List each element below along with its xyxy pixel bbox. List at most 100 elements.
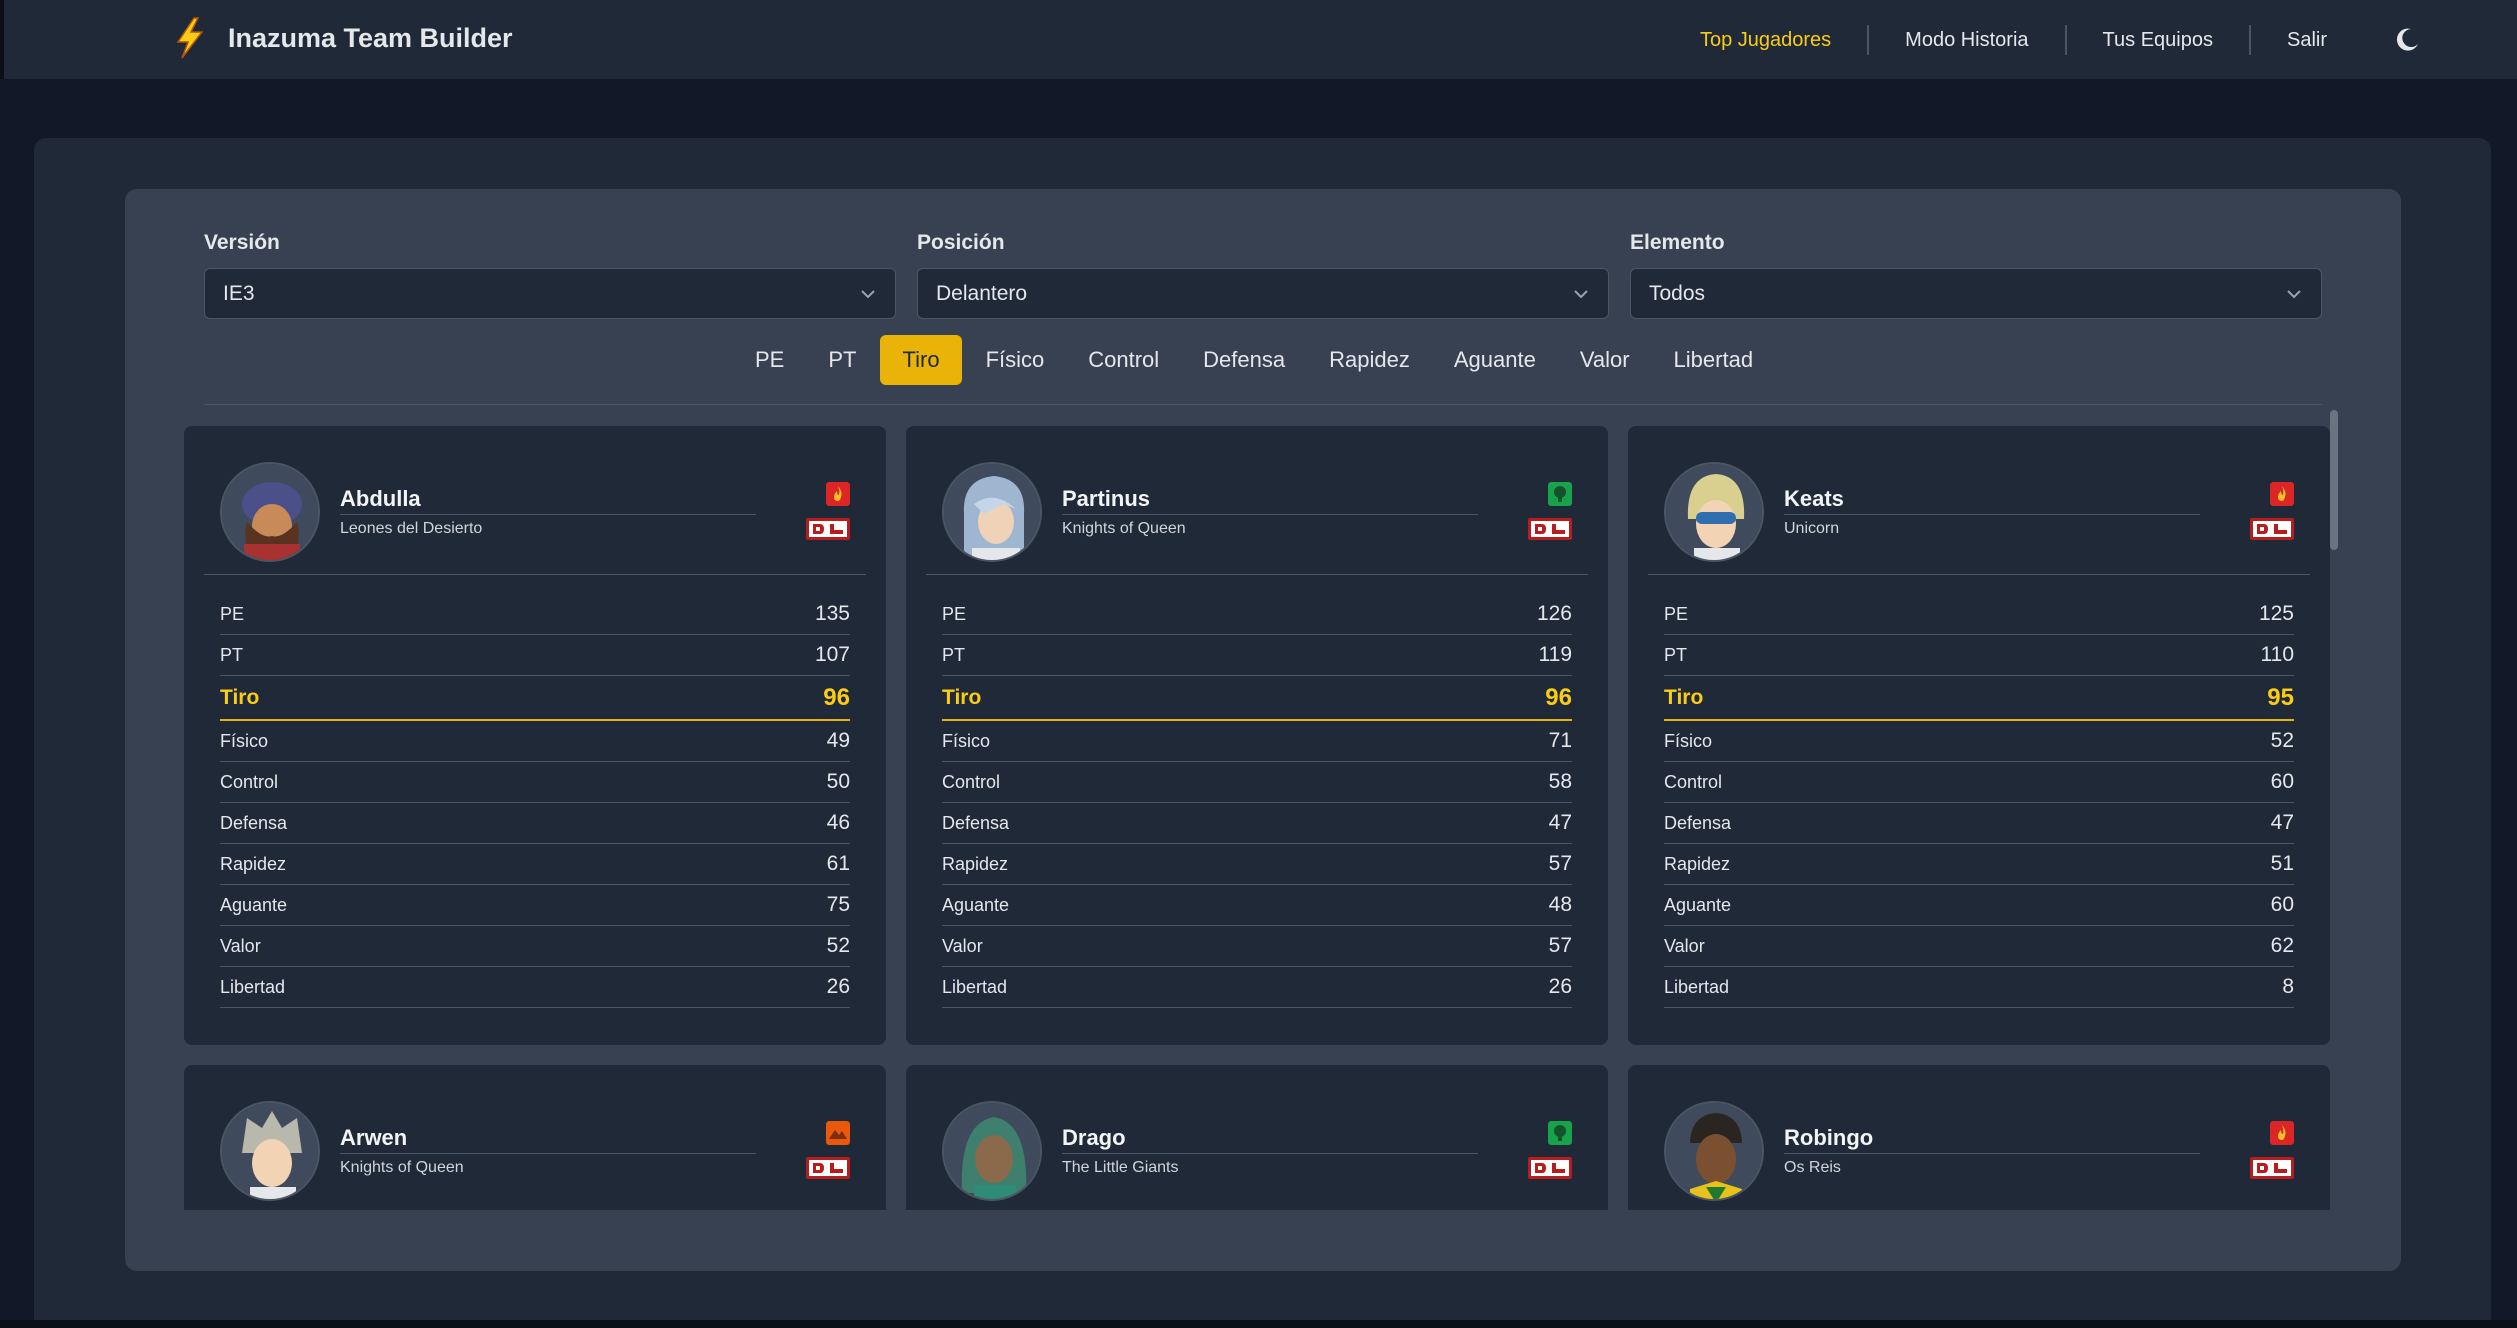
tab-defensa[interactable]: Defensa: [1183, 335, 1305, 385]
stat-label: Físico: [942, 730, 991, 751]
position-filter: Posición Delantero: [917, 230, 1609, 319]
stat-label: Tiro: [220, 685, 260, 709]
stat-value: 71: [1548, 729, 1572, 752]
nav-link-salir[interactable]: Salir: [2251, 25, 2363, 55]
dl-position-badge: [1528, 518, 1572, 540]
stat-label: Control: [942, 771, 1001, 792]
tab-pe[interactable]: PE: [735, 335, 804, 385]
stat-value: 96: [1545, 683, 1572, 711]
position-select[interactable]: Delantero: [917, 268, 1609, 319]
tab-rapidez[interactable]: Rapidez: [1309, 335, 1430, 385]
stat-label: Tiro: [1664, 685, 1704, 709]
player-card[interactable]: Partinus Knights of Queen PE 126 PT 119 Ti…: [906, 426, 1608, 1045]
stat-row-valor: Valor 57: [942, 926, 1572, 967]
grid-scrollbar[interactable]: [2330, 410, 2338, 550]
nav-link-modo-historia[interactable]: Modo Historia: [1869, 24, 2067, 55]
stat-value: 96: [823, 683, 850, 711]
stat-row-fisico: Físico 52: [1664, 721, 2294, 762]
stat-row-tiro: Tiro 96: [220, 676, 850, 721]
stat-value: 49: [826, 729, 850, 752]
stat-label: Rapidez: [1664, 853, 1731, 874]
stat-row-fisico: Físico 49: [220, 721, 850, 762]
stat-label: Control: [1664, 771, 1723, 792]
stat-value: 26: [826, 975, 850, 998]
tab-pt[interactable]: PT: [808, 335, 876, 385]
name-underline: [340, 1153, 756, 1154]
stat-label: PT: [220, 644, 244, 665]
player-card[interactable]: Drago The Little Giants: [906, 1065, 1608, 1210]
stat-row-valor: Valor 62: [1664, 926, 2294, 967]
version-select[interactable]: IE3: [204, 268, 896, 319]
position-label: Posición: [917, 231, 1005, 254]
tab-control[interactable]: Control: [1068, 335, 1179, 385]
version-label: Versión: [204, 231, 280, 254]
dl-position-badge: [1528, 1157, 1572, 1179]
stat-value: 95: [2267, 683, 2294, 711]
tab-fisico[interactable]: Físico: [966, 335, 1065, 385]
position-value: Delantero: [936, 281, 1028, 305]
player-grid: Abdulla Leones del Desierto PE 135 PT 107 …: [184, 426, 2330, 1210]
stat-value: 50: [826, 770, 850, 793]
stat-value: 51: [2270, 852, 2294, 875]
stat-value: 47: [2270, 811, 2294, 834]
player-avatar: [942, 1101, 1042, 1201]
player-card[interactable]: Arwen Knights of Queen: [184, 1065, 886, 1210]
version-filter: Versión IE3: [204, 230, 896, 319]
stat-label: Rapidez: [220, 853, 287, 874]
nav-link-top-jugadores[interactable]: Top Jugadores: [1664, 24, 1870, 55]
stat-row-control: Control 50: [220, 762, 850, 803]
stat-row-libertad: Libertad 26: [220, 967, 850, 1008]
player-avatar: [1664, 462, 1764, 562]
player-team: Unicorn: [1784, 520, 1840, 537]
player-name: Keats: [1784, 486, 1844, 511]
chevron-down-icon: [2287, 289, 2301, 298]
tab-valor[interactable]: Valor: [1560, 335, 1650, 385]
nav-links: Top Jugadores Modo Historia Tus Equipos …: [1664, 0, 2421, 79]
stat-value: 62: [2270, 934, 2294, 957]
stat-value: 58: [1548, 770, 1572, 793]
stat-value: 60: [2270, 893, 2294, 916]
stat-row-aguante: Aguante 75: [220, 885, 850, 926]
player-card[interactable]: Keats Unicorn PE 125 PT 110 Tiro 95 Físico 5…: [1628, 426, 2330, 1045]
name-underline: [1062, 1153, 1478, 1154]
stat-value: 52: [826, 934, 850, 957]
stat-label: Aguante: [1664, 894, 1732, 915]
player-card[interactable]: Robingo Os Reis: [1628, 1065, 2330, 1210]
stat-row-pe: PE 135: [220, 594, 850, 635]
stat-row-aguante: Aguante 60: [1664, 885, 2294, 926]
brand[interactable]: Inazuma Team Builder: [172, 16, 513, 60]
stat-value: 60: [2270, 770, 2294, 793]
stat-row-pe: PE 125: [1664, 594, 2294, 635]
stat-value: 126: [1536, 602, 1572, 625]
filters-row: Versión IE3 Posición Delantero Elemento …: [204, 230, 2322, 319]
dl-position-badge: [806, 518, 850, 540]
tab-aguante[interactable]: Aguante: [1434, 335, 1556, 385]
element-select[interactable]: Todos: [1630, 268, 2322, 319]
player-name: Abdulla: [340, 486, 421, 511]
name-underline: [1784, 1153, 2200, 1154]
stat-label: Defensa: [942, 812, 1010, 833]
element-value: Todos: [1649, 281, 1706, 305]
nav-link-tus-equipos[interactable]: Tus Equipos: [2067, 24, 2251, 55]
stat-value: 48: [1548, 893, 1572, 916]
stat-label: Libertad: [942, 976, 1008, 997]
player-team: Os Reis: [1784, 1159, 1841, 1176]
lightning-icon: [176, 17, 204, 59]
stat-label: Valor: [220, 935, 261, 956]
player-avatar: [220, 462, 320, 562]
stat-row-defensa: Defensa 46: [220, 803, 850, 844]
tab-libertad[interactable]: Libertad: [1654, 335, 1774, 385]
stat-value: 46: [826, 811, 850, 834]
chevron-down-icon: [1574, 289, 1588, 298]
stat-value: 125: [2258, 602, 2294, 625]
moon-icon[interactable]: [2393, 26, 2421, 54]
player-card[interactable]: Abdulla Leones del Desierto PE 135 PT 107 …: [184, 426, 886, 1045]
stat-label: Rapidez: [942, 853, 1009, 874]
name-underline: [1062, 514, 1478, 515]
version-value: IE3: [223, 281, 255, 305]
sort-tabs: PE PT Tiro Físico Control Defensa Rapide…: [733, 335, 1775, 385]
stat-value: 52: [2270, 729, 2294, 752]
name-underline: [340, 514, 756, 515]
tab-tiro[interactable]: Tiro: [880, 335, 962, 385]
stat-label: Defensa: [220, 812, 288, 833]
